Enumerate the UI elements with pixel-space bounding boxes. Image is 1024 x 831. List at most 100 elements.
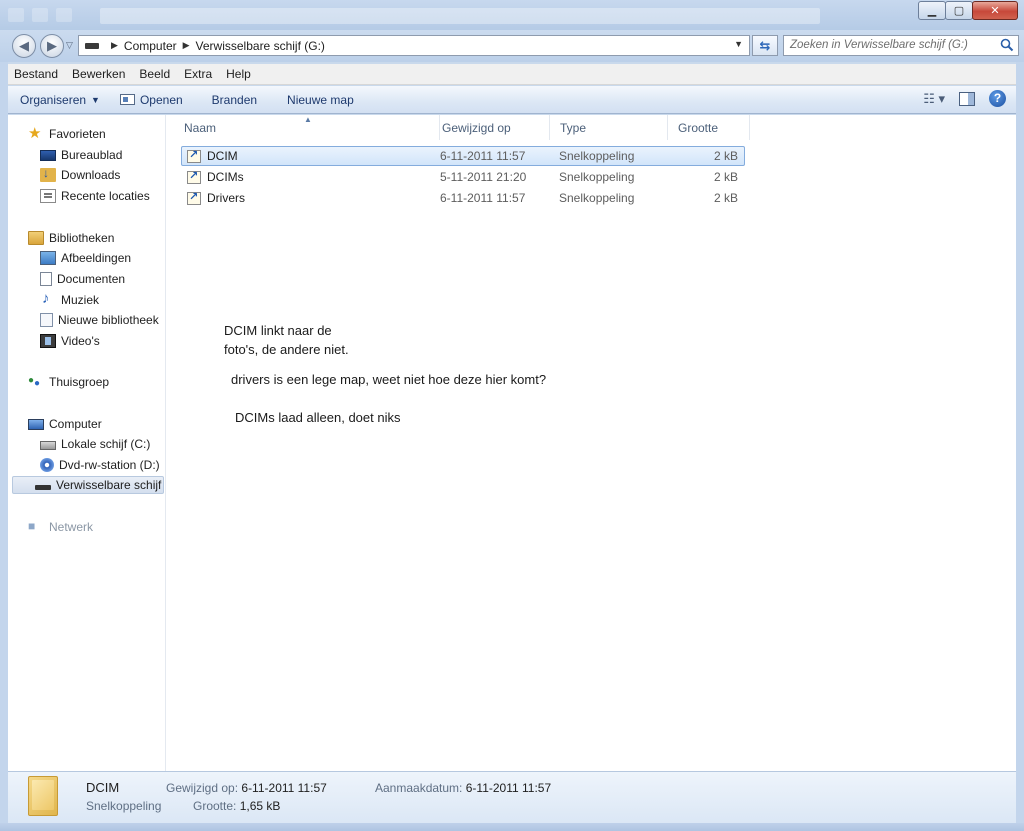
column-modified-label: Gewijzigd op	[442, 120, 511, 135]
open-button[interactable]: Openen	[119, 92, 183, 107]
refresh-button[interactable]: ⇆	[752, 35, 778, 56]
menu-help[interactable]: Help	[226, 67, 251, 81]
file-type: Snelkoppeling	[559, 170, 635, 184]
close-button[interactable]: ✕	[972, 1, 1018, 20]
nav-computer[interactable]: Computer	[28, 415, 102, 433]
address-bar[interactable]: ▶ Computer ▶ Verwisselbare schijf (G:) ▼	[78, 35, 750, 56]
nav-downloads-label: Downloads	[61, 168, 121, 182]
nav-pictures[interactable]: Afbeeldingen	[40, 249, 131, 267]
back-button[interactable]: ◀	[12, 34, 36, 58]
change-view-icon[interactable]: ☷ ▾	[923, 91, 945, 107]
hard-drive-icon	[40, 441, 56, 450]
downloads-icon	[40, 166, 56, 182]
nav-libraries[interactable]: Bibliotheken	[28, 229, 114, 247]
arrow-left-icon: ◀	[19, 38, 29, 53]
nav-homegroup-label: Thuisgroep	[49, 375, 110, 389]
nav-desktop-label: Bureaublad	[61, 148, 123, 162]
annotation-note: drivers is een lege map, weet niet hoe d…	[231, 372, 547, 387]
nav-network[interactable]: Netwerk	[28, 518, 93, 536]
nav-downloads[interactable]: Downloads	[40, 166, 120, 184]
annotation-note: DCIM linkt naar de	[224, 323, 332, 338]
details-file-name: DCIM	[86, 780, 120, 795]
chevron-right-icon[interactable]: ▶	[183, 40, 190, 51]
nav-dvd-label: Dvd-rw-station (D:)	[59, 458, 160, 472]
maximize-button[interactable]: ▢	[945, 1, 973, 20]
file-size: 2 kB	[713, 191, 738, 205]
column-header-type[interactable]: Type	[550, 115, 668, 140]
nav-pictures-label: Afbeeldingen	[61, 251, 132, 265]
column-header-size[interactable]: Grootte	[668, 115, 750, 140]
file-name: Drivers	[207, 191, 245, 205]
minimize-button[interactable]: ▁	[918, 1, 946, 20]
search-input[interactable]: Zoeken in Verwisselbare schijf (G:)	[783, 35, 1019, 56]
nav-desktop[interactable]: Bureaublad	[40, 146, 122, 164]
window-frame-right	[1016, 62, 1024, 823]
file-name-cell: Drivers	[187, 190, 245, 205]
preview-pane-icon[interactable]	[959, 91, 975, 106]
nav-network-label: Netwerk	[49, 520, 94, 534]
details-created-label: Aanmaakdatum:	[375, 781, 463, 795]
details-pane: DCIM Snelkoppeling Gewijzigd op: 6-11-20…	[8, 771, 1016, 823]
nav-computer-label: Computer	[49, 417, 102, 431]
sort-up-icon: ▲	[304, 115, 312, 124]
nav-removable-g[interactable]: Verwisselbare schijf	[12, 476, 164, 494]
window-frame-bottom	[0, 823, 1024, 831]
menu-edit[interactable]: Bewerken	[72, 67, 125, 81]
recent-places-icon	[40, 189, 56, 203]
file-size: 2 kB	[713, 170, 738, 184]
background-browser-buttons	[8, 8, 72, 22]
nav-local-disk-c[interactable]: Lokale schijf (C:)	[40, 435, 150, 453]
details-modified-label: Gewijzigd op:	[166, 781, 239, 795]
chevron-down-icon[interactable]: ▼	[734, 39, 743, 49]
recent-pages-dropdown[interactable]: ▽	[66, 40, 73, 51]
open-label: Openen	[139, 92, 183, 107]
menu-tools[interactable]: Extra	[184, 67, 212, 81]
file-row-dcim[interactable]: DCIM 6-11-2011 11:57 Snelkoppeling 2 kB	[181, 146, 745, 166]
chevron-right-icon[interactable]: ▶	[111, 40, 118, 51]
search-icon[interactable]	[1000, 38, 1014, 52]
nav-favorites[interactable]: Favorieten	[28, 124, 106, 143]
nav-music[interactable]: Muziek	[40, 290, 100, 309]
nav-removable-label: Verwisselbare schijf	[56, 478, 162, 492]
nav-homegroup[interactable]: Thuisgroep	[28, 373, 109, 391]
menu-view[interactable]: Beeld	[139, 67, 170, 81]
file-name-cell: DCIM	[187, 148, 238, 163]
details-file-kind: Snelkoppeling	[86, 799, 162, 813]
organize-label: Organiseren	[20, 92, 87, 107]
breadcrumb-current-drive[interactable]: Verwisselbare schijf (G:)	[196, 39, 325, 53]
nav-recent-places[interactable]: Recente locaties	[40, 187, 150, 205]
open-icon	[119, 94, 135, 105]
nav-documents[interactable]: Documenten	[40, 270, 125, 288]
nav-local-disk-label: Lokale schijf (C:)	[61, 437, 151, 451]
file-modified: 5-11-2011 21:20	[440, 170, 527, 184]
new-folder-button[interactable]: Nieuwe map	[287, 93, 354, 107]
file-row-dcims[interactable]: DCIMs 5-11-2011 21:20 Snelkoppeling 2 kB	[181, 167, 745, 187]
file-type: Snelkoppeling	[559, 191, 635, 205]
column-header-modified[interactable]: Gewijzigd op	[432, 115, 550, 140]
menu-file[interactable]: Bestand	[14, 67, 58, 81]
star-icon	[28, 124, 44, 142]
column-header-name[interactable]: Naam ▲	[174, 115, 440, 140]
nav-recent-label: Recente locaties	[61, 189, 150, 203]
arrow-right-icon: ▶	[47, 38, 57, 53]
help-icon[interactable]: ?	[989, 90, 1006, 107]
burn-button[interactable]: Branden	[212, 93, 257, 107]
nav-videos[interactable]: Video's	[40, 332, 100, 350]
computer-icon	[28, 418, 44, 430]
forward-button[interactable]: ▶	[40, 34, 64, 58]
nav-new-library[interactable]: Nieuwe bibliotheek	[40, 311, 159, 329]
shortcut-folder-icon	[28, 776, 58, 816]
file-modified: 6-11-2011 11:57	[440, 191, 526, 205]
command-bar: Organiseren ▼ Openen Branden Nieuwe map …	[8, 86, 1016, 114]
breadcrumb-computer[interactable]: Computer	[124, 39, 177, 53]
nav-dvd-d[interactable]: Dvd-rw-station (D:)	[40, 456, 160, 474]
removable-drive-icon	[35, 484, 51, 490]
new-folder-label: Nieuwe map	[287, 92, 354, 107]
nav-music-label: Muziek	[61, 293, 100, 307]
file-row-drivers[interactable]: Drivers 6-11-2011 11:57 Snelkoppeling 2 …	[181, 188, 745, 208]
organize-button[interactable]: Organiseren ▼	[20, 93, 100, 107]
annotation-note: foto's, de andere niet.	[224, 342, 349, 357]
nav-favorites-label: Favorieten	[49, 127, 106, 141]
desktop-icon	[40, 149, 56, 161]
file-list-pane: Naam ▲ Gewijzigd op Type Grootte DCIM 6-…	[167, 115, 1016, 771]
